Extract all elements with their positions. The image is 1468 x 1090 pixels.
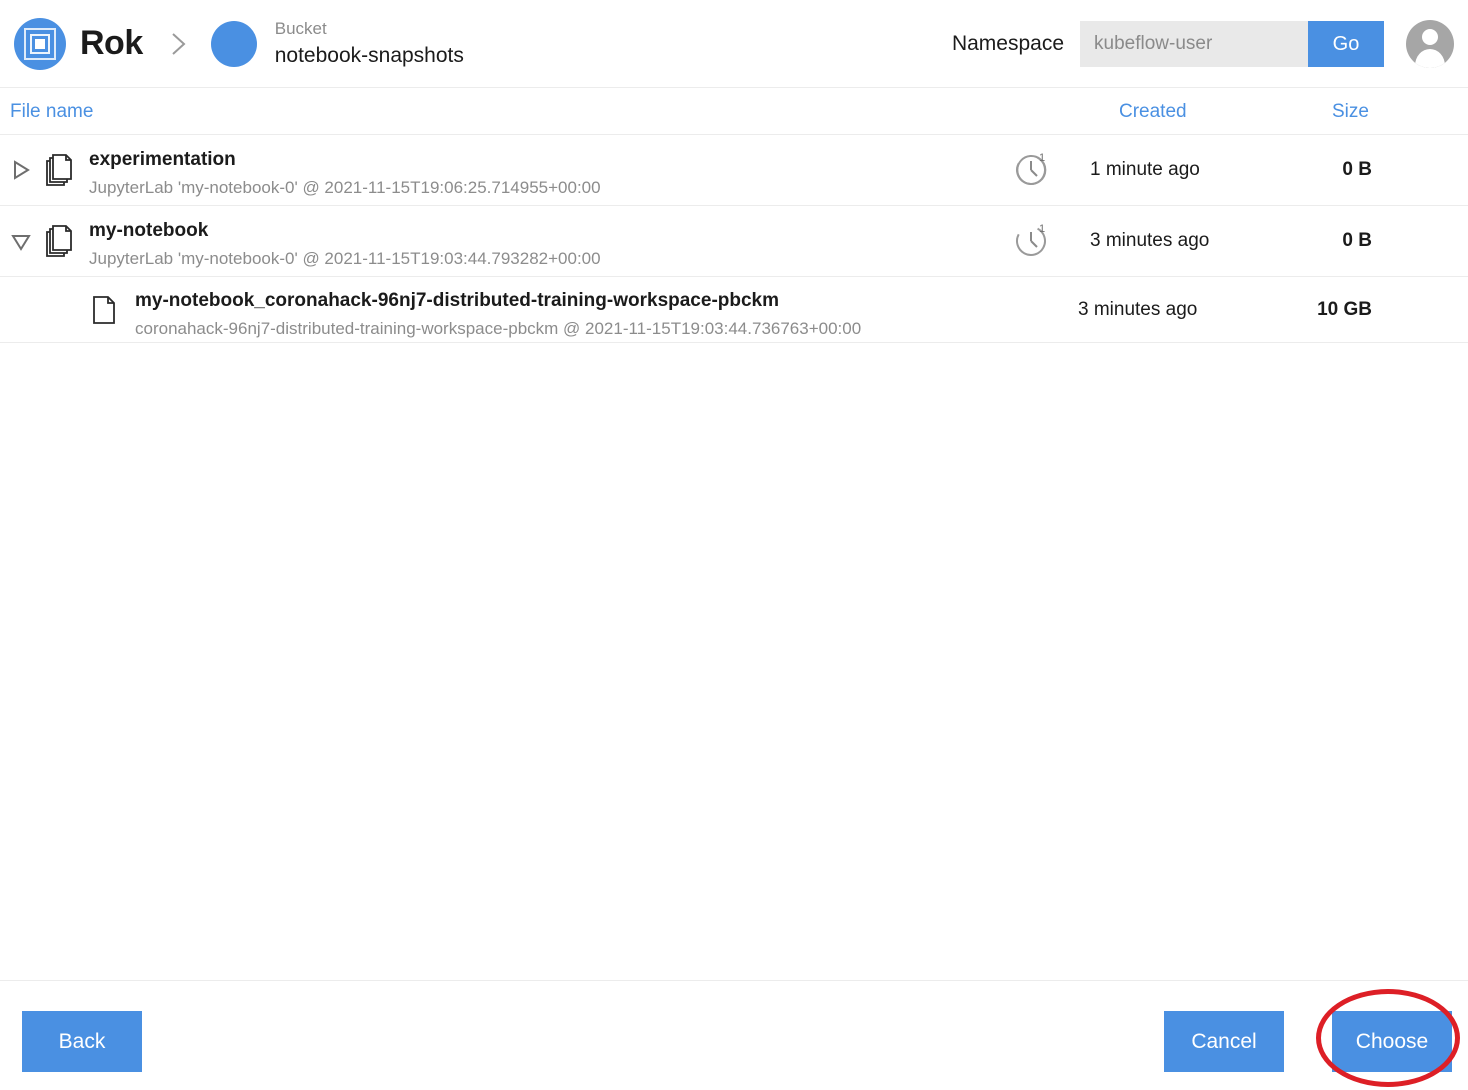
file-title: my-notebook_coronahack-96nj7-distributed… bbox=[135, 290, 780, 311]
user-avatar-icon[interactable] bbox=[1406, 20, 1454, 68]
document-stack-icon bbox=[46, 225, 72, 257]
rok-file-chooser-page: Rok Bucket notebook-snapshots Namespace … bbox=[0, 0, 1468, 1090]
dialog-footer: Back Cancel Choose bbox=[0, 980, 1468, 1090]
file-subtitle: JupyterLab 'my-notebook-0' @ 2021-11-15T… bbox=[89, 249, 601, 268]
file-name-cell: my-notebook_coronahack-96nj7-distributed… bbox=[135, 290, 861, 339]
bucket-kind-label: Bucket bbox=[274, 19, 327, 39]
namespace-input[interactable] bbox=[1080, 21, 1308, 67]
table-row[interactable]: my-notebook_coronahack-96nj7-distributed… bbox=[0, 277, 1468, 343]
column-header-created[interactable]: Created bbox=[1119, 101, 1187, 123]
cancel-button[interactable]: Cancel bbox=[1164, 1011, 1284, 1072]
bucket-name: notebook-snapshots bbox=[274, 43, 464, 67]
created-value: 3 minutes ago bbox=[1090, 230, 1210, 251]
clock-version-icon: 1 bbox=[1016, 152, 1047, 185]
choose-button[interactable]: Choose bbox=[1332, 1011, 1452, 1072]
breadcrumb: Rok Bucket notebook-snapshots bbox=[14, 17, 464, 70]
file-name-cell: experimentation JupyterLab 'my-notebook-… bbox=[89, 149, 601, 198]
size-value: 0 B bbox=[1342, 159, 1372, 180]
chevron-right-icon bbox=[172, 32, 186, 55]
version-count-badge: 1 bbox=[1039, 152, 1045, 164]
go-button[interactable]: Go bbox=[1308, 21, 1384, 67]
column-header-file-name[interactable]: File name bbox=[10, 101, 93, 123]
avatar-head bbox=[1422, 29, 1438, 45]
clock-version-icon: 1 bbox=[1016, 223, 1046, 256]
created-value: 1 minute ago bbox=[1090, 159, 1200, 180]
triangle-right-icon[interactable] bbox=[10, 159, 32, 181]
triangle-down-icon[interactable] bbox=[10, 230, 32, 252]
avatar-body bbox=[1415, 49, 1445, 68]
column-header-size[interactable]: Size bbox=[1332, 101, 1369, 123]
created-value: 3 minutes ago bbox=[1078, 298, 1198, 320]
file-title: my-notebook bbox=[89, 220, 209, 241]
file-title: experimentation bbox=[89, 149, 236, 170]
table-column-headers: File name Created Size bbox=[0, 88, 1468, 135]
brand-name: Rok bbox=[80, 24, 143, 62]
size-value: 0 B bbox=[1342, 230, 1372, 251]
back-button[interactable]: Back bbox=[22, 1011, 142, 1072]
rok-logo-square-inner bbox=[35, 38, 45, 49]
bucket-avatar bbox=[210, 20, 257, 67]
table-row[interactable]: my-notebook JupyterLab 'my-notebook-0' @… bbox=[0, 206, 1468, 277]
namespace-label: Namespace bbox=[951, 32, 1064, 55]
version-count-badge: 1 bbox=[1039, 223, 1045, 235]
file-name-cell: my-notebook JupyterLab 'my-notebook-0' @… bbox=[89, 220, 601, 269]
rok-logo-icon[interactable] bbox=[14, 17, 66, 70]
bucket-breadcrumb-item[interactable]: Bucket notebook-snapshots bbox=[275, 19, 464, 68]
header-right-controls: Namespace Go bbox=[952, 0, 1454, 88]
file-subtitle: JupyterLab 'my-notebook-0' @ 2021-11-15T… bbox=[89, 178, 601, 197]
document-icon bbox=[93, 295, 115, 324]
file-table-body: experimentation JupyterLab 'my-notebook-… bbox=[0, 135, 1468, 343]
table-row[interactable]: experimentation JupyterLab 'my-notebook-… bbox=[0, 135, 1468, 206]
size-value: 10 GB bbox=[1317, 298, 1372, 320]
file-subtitle: coronahack-96nj7-distributed-training-wo… bbox=[135, 319, 862, 338]
document-stack-icon bbox=[46, 154, 72, 186]
app-header: Rok Bucket notebook-snapshots Namespace … bbox=[0, 0, 1468, 88]
